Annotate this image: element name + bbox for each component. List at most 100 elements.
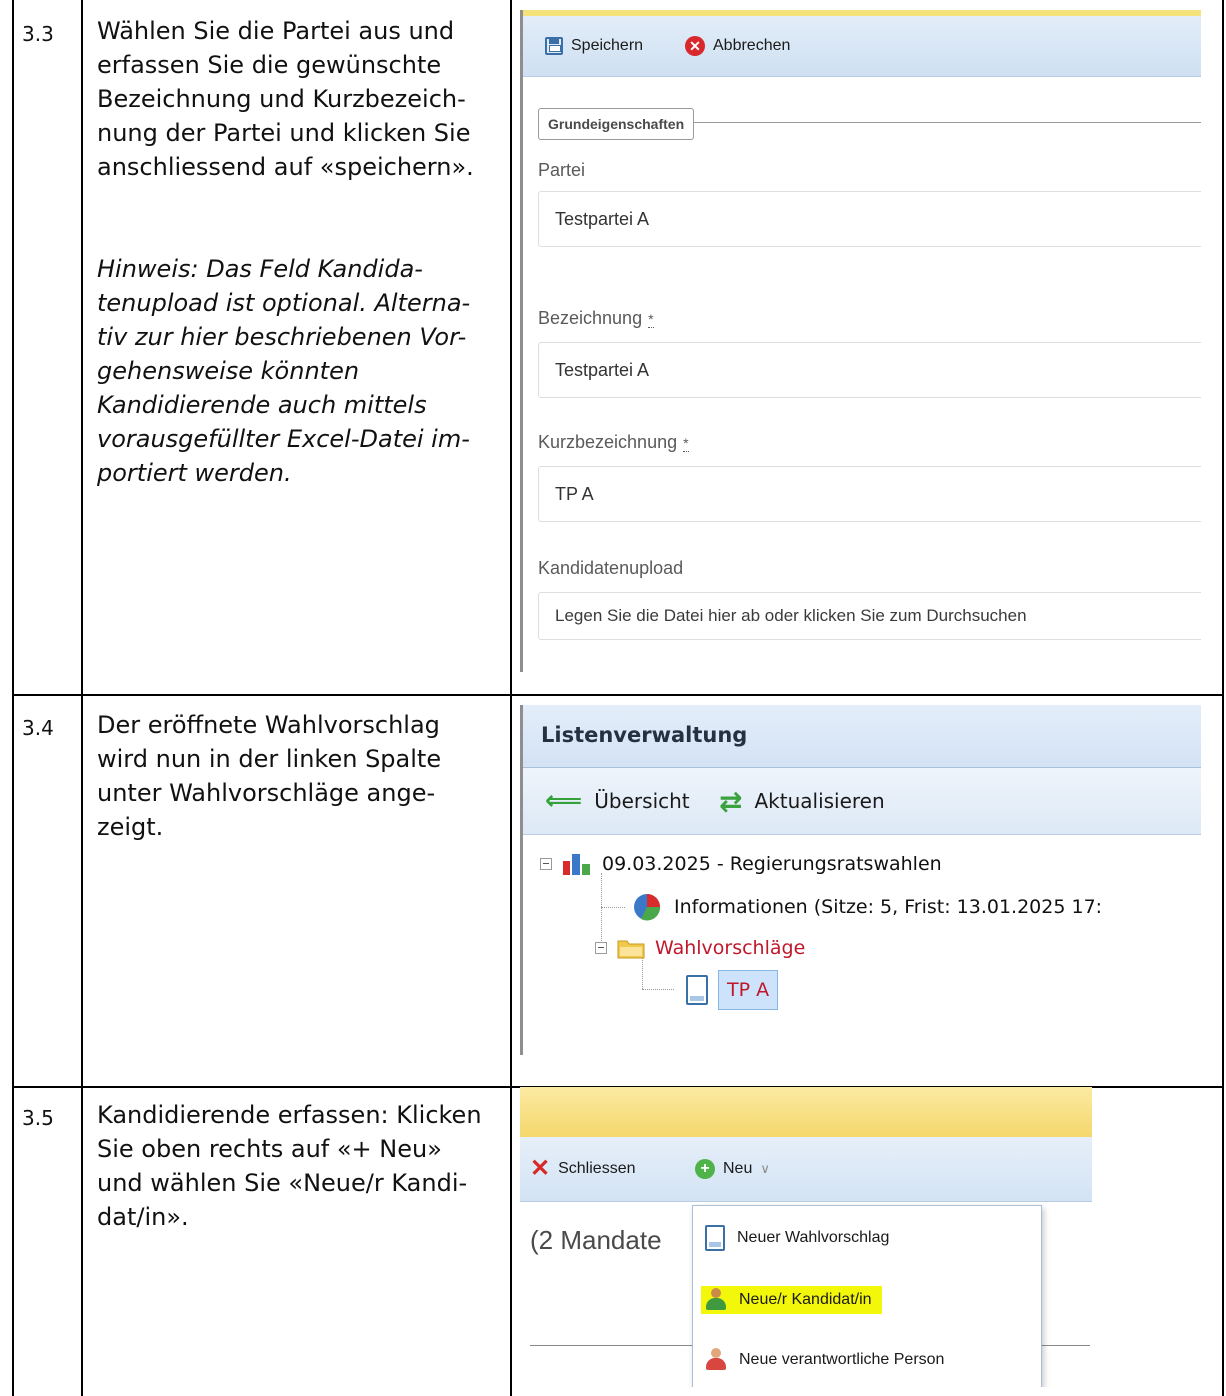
description-line: dat/in». <box>97 1203 189 1231</box>
step-description: Kandidierende erfassen: Klicken Sie oben… <box>97 1098 502 1234</box>
table-row-divider-1 <box>12 694 1224 696</box>
step-number: 3.4 <box>22 716 54 740</box>
pie-chart-icon <box>634 894 661 921</box>
tree-toolbar: ⟸ Übersicht ⇄ Aktualisieren <box>523 768 1201 835</box>
description-line: erfassen Sie die gewünschte <box>97 51 442 79</box>
description-line: zeigt. <box>97 813 164 841</box>
note-line: portiert werden. <box>97 459 292 487</box>
overview-button[interactable]: ⟸ Übersicht <box>545 768 690 834</box>
note-line: vorausgefüllter Excel-Datei im- <box>97 425 470 453</box>
hint-note: Hinweis: Das Feld Kandida- tenupload ist… <box>97 252 502 490</box>
highlight: Neue/r Kandidat/in <box>701 1286 882 1314</box>
folder-icon <box>617 940 645 959</box>
bezeichnung-label-text: Bezeichnung <box>538 308 643 328</box>
tree-node-info[interactable]: Informationen (Sitze: 5, Frist: 13.01.20… <box>632 891 1102 923</box>
tree-connector <box>642 989 674 990</box>
step-description: Der eröffnete Wahlvorschlag wird nun in … <box>97 708 502 844</box>
bar-chart-icon <box>563 854 590 875</box>
form-toolbar: Speichern ✕ Abbrechen <box>523 16 1201 77</box>
document-icon <box>705 1225 725 1251</box>
tree-node-label: Informationen (Sitze: 5, Frist: 13.01.20… <box>674 896 1103 918</box>
tree-node-proposals[interactable]: Wahlvorschläge <box>595 933 805 963</box>
cancel-label: Abbrechen <box>713 37 791 54</box>
menu-item-new-responsible-person[interactable]: Neue verantwortliche Person <box>705 1338 944 1382</box>
tree-connector <box>601 907 625 908</box>
refresh-icon: ⇄ <box>719 784 743 818</box>
tree-node-selected[interactable]: TP A <box>686 970 779 1010</box>
table-border-left <box>12 0 14 1396</box>
kurzbezeichnung-label: Kurzbezeichnung * <box>538 432 689 453</box>
note-line: Hinweis: Das Feld Kandida- <box>97 255 423 283</box>
description-line: Wählen Sie die Partei aus und <box>97 17 455 45</box>
description-line: Bezeichnung und Kurzbezeich- <box>97 85 466 113</box>
fieldset-legend: Grundeigenschaften <box>538 108 695 140</box>
kandidatenupload-dropzone[interactable]: Legen Sie die Datei hier ab oder klicken… <box>538 592 1201 640</box>
save-label: Speichern <box>571 37 644 54</box>
save-button[interactable]: Speichern <box>545 16 643 76</box>
form-screenshot: Speichern ✕ Abbrechen Grundeigenschaften… <box>520 10 1201 672</box>
partei-select[interactable]: Testpartei A <box>538 191 1201 247</box>
description-line: Sie oben rechts auf «+ Neu» <box>97 1135 442 1163</box>
menu-item-label: Neue verantwortliche Person <box>739 1351 945 1368</box>
refresh-button[interactable]: ⇄ Aktualisieren <box>719 768 885 834</box>
description-line: anschliessend auf «speichern». <box>97 153 474 181</box>
description-line: und wählen Sie «Neue/r Kandi- <box>97 1169 468 1197</box>
candidate-person-icon <box>705 1288 727 1312</box>
floppy-disk-icon <box>545 37 563 55</box>
mandate-count-text: (2 Mandate <box>530 1225 662 1255</box>
note-line: Kandidierende auch mittels <box>97 391 427 419</box>
collapse-toggle[interactable] <box>540 858 552 870</box>
menu-item-label: Neue/r Kandidat/in <box>739 1291 872 1308</box>
panel-title: Listenverwaltung <box>541 723 748 747</box>
note-line: gehensweise könnten <box>97 357 360 385</box>
collapse-toggle[interactable] <box>595 942 607 954</box>
tree-node-election[interactable]: 09.03.2025 - Regierungsratswahlen <box>540 849 942 879</box>
new-label: Neu <box>723 1160 753 1177</box>
description-line: Der eröffnete Wahlvorschlag <box>97 711 440 739</box>
plus-icon: + <box>695 1159 715 1179</box>
close-button[interactable]: ✕ Schliessen <box>530 1137 635 1201</box>
bezeichnung-field[interactable]: Testpartei A <box>538 342 1201 398</box>
step-description: Wählen Sie die Partei aus und erfassen S… <box>97 14 502 490</box>
responsible-person-icon <box>705 1348 727 1372</box>
cancel-icon: ✕ <box>685 36 705 56</box>
arrow-left-icon: ⟸ <box>545 786 583 816</box>
tree-node-label: 09.03.2025 - Regierungsratswahlen <box>602 853 942 875</box>
table-border-right <box>1222 0 1224 1396</box>
step-number: 3.3 <box>22 22 54 46</box>
tree-node-label-selected: TP A <box>718 970 779 1010</box>
partei-label: Partei <box>538 160 586 180</box>
table-border-col1 <box>81 0 83 1396</box>
panel-header: Listenverwaltung <box>523 705 1201 768</box>
new-button[interactable]: + Neu ∨ <box>695 1137 770 1201</box>
note-line: tenupload ist optional. Alterna- <box>97 289 471 317</box>
window-title-bar <box>520 1087 1092 1137</box>
refresh-label: Aktualisieren <box>754 789 885 813</box>
description-line: wird nun in der linken Spalte <box>97 745 442 773</box>
kurzbezeichnung-field[interactable]: TP A <box>538 466 1201 522</box>
panel-edge <box>520 10 523 672</box>
note-line: tiv zur hier beschriebenen Vor- <box>97 323 467 351</box>
chevron-down-icon: ∨ <box>760 1161 770 1176</box>
document-icon <box>686 975 708 1005</box>
tree-node-label: Wahlvorschläge <box>655 937 806 959</box>
description-line: unter Wahlvorschläge ange- <box>97 779 436 807</box>
close-icon: ✕ <box>530 1155 551 1182</box>
tree-screenshot: Listenverwaltung ⟸ Übersicht ⇄ Aktualisi… <box>520 705 1201 1055</box>
description-line: Kandidierende erfassen: Klicken <box>97 1101 482 1129</box>
table-border-col2 <box>510 0 512 1396</box>
bezeichnung-label: Bezeichnung * <box>538 308 654 329</box>
menu-toolbar: ✕ Schliessen + Neu ∨ <box>520 1137 1092 1202</box>
menu-screenshot: ✕ Schliessen + Neu ∨ (2 Mandate Neuer Wa… <box>520 1087 1092 1387</box>
new-dropdown-menu: Neuer Wahlvorschlag Neue/r Kandidat/in N… <box>692 1205 1042 1387</box>
close-label: Schliessen <box>558 1160 636 1177</box>
menu-item-label: Neuer Wahlvorschlag <box>737 1229 890 1246</box>
required-mark: * <box>683 435 689 452</box>
menu-item-new-proposal[interactable]: Neuer Wahlvorschlag <box>705 1216 889 1260</box>
overview-label: Übersicht <box>594 789 690 813</box>
cancel-button[interactable]: ✕ Abbrechen <box>685 16 790 76</box>
step-number: 3.5 <box>22 1106 54 1130</box>
required-mark: * <box>648 311 654 328</box>
kurzbezeichnung-label-text: Kurzbezeichnung <box>538 432 678 452</box>
menu-item-new-candidate[interactable]: Neue/r Kandidat/in <box>701 1278 882 1322</box>
